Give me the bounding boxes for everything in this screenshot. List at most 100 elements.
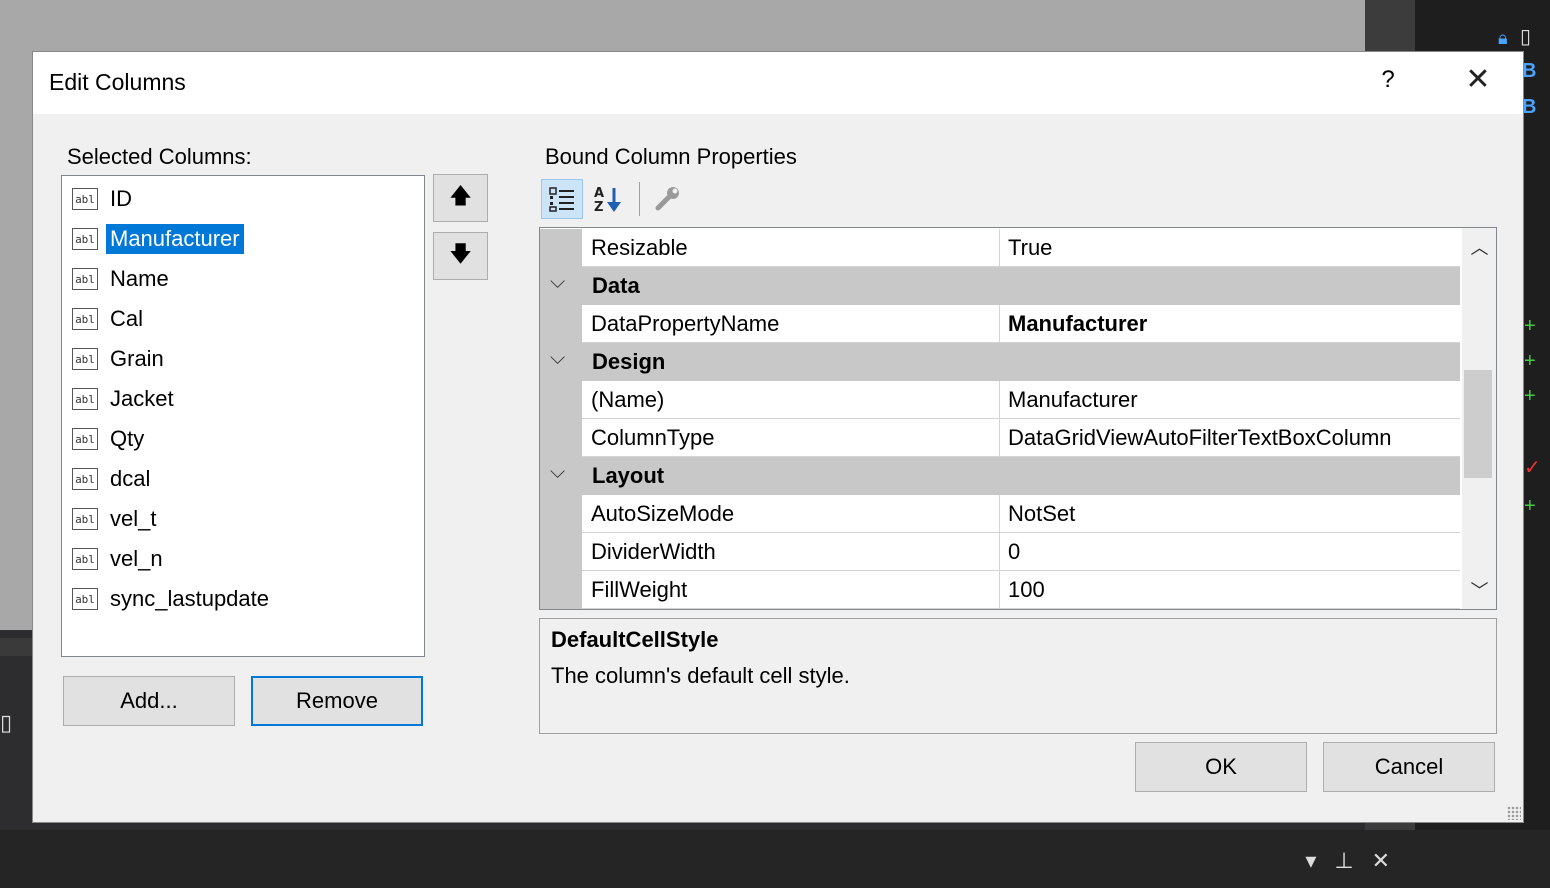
plus-icon: + — [1524, 385, 1536, 407]
column-list-item[interactable]: abl Qty — [72, 421, 148, 457]
arrow-down-icon: 🡇 — [449, 241, 472, 266]
plus-icon: + — [1524, 495, 1536, 517]
sort-az-icon: A Z — [594, 186, 621, 214]
move-down-button[interactable]: 🡇 — [433, 232, 488, 280]
svg-text:A: A — [594, 186, 604, 201]
column-name: ID — [110, 186, 132, 211]
property-toolbar: A Z — [541, 178, 692, 220]
move-up-button[interactable]: 🡅 — [433, 174, 488, 222]
column-list-item[interactable]: abl Manufacturer — [72, 221, 244, 257]
property-name: FillWeight — [582, 571, 1000, 609]
property-grid[interactable]: Resizable True ⌵ Data DataPropertyName Manufa… — [539, 227, 1497, 610]
column-name: Name — [110, 266, 169, 291]
remove-button[interactable]: Remove — [251, 676, 423, 726]
property-category[interactable]: ⌵ Design — [540, 343, 1460, 381]
property-row[interactable]: DividerWidth 0 — [540, 533, 1460, 571]
column-name: dcal — [110, 466, 151, 491]
property-row[interactable]: ColumnType DataGridViewAutoFilterTextBoxC… — [540, 419, 1460, 457]
chevron-down-icon[interactable]: ⌵ — [550, 347, 565, 370]
property-value[interactable]: True — [1000, 229, 1460, 267]
property-name: DataPropertyName — [582, 305, 1000, 343]
property-grid-scrollbar[interactable]: ︿ ﹀ — [1462, 228, 1496, 609]
scroll-up-icon[interactable]: ︿ — [1462, 234, 1496, 260]
wrench-icon — [655, 187, 679, 211]
property-value[interactable]: NotSet — [1000, 495, 1460, 533]
close-icon[interactable]: ✕ — [1372, 848, 1390, 874]
resize-grip[interactable] — [1507, 806, 1521, 820]
property-value[interactable]: DataGridViewAutoFilterTextBoxColumn — [1000, 419, 1460, 457]
property-category[interactable]: ⌵ Data — [540, 267, 1460, 305]
column-list-item[interactable]: abl Cal — [72, 301, 147, 337]
row-gutter — [540, 571, 582, 609]
column-list-item[interactable]: abl vel_n — [72, 541, 167, 577]
column-name: vel_n — [110, 546, 163, 571]
toolbar-separator — [639, 182, 640, 216]
column-name: vel_t — [110, 506, 157, 531]
property-value[interactable]: 100 — [1000, 571, 1460, 609]
pin-icon[interactable]: ⊥ — [1334, 848, 1353, 874]
textbox-column-icon: abl — [72, 548, 98, 570]
chevron-down-icon[interactable]: ⌵ — [550, 271, 565, 294]
category-name: Design — [592, 349, 666, 374]
textbox-column-icon: abl — [72, 428, 98, 450]
selected-columns-list[interactable]: abl ID abl Manufacturer abl Name abl Cal abl Grai… — [61, 175, 425, 657]
close-button[interactable]: ✕ — [1458, 62, 1498, 97]
column-list-item[interactable]: abl sync_lastupdate — [72, 581, 273, 617]
column-list-item[interactable]: abl ID — [72, 181, 136, 217]
categorized-icon — [549, 187, 574, 212]
property-value[interactable]: Manufacturer — [1000, 305, 1460, 343]
dropdown-icon[interactable]: ▾ — [1305, 848, 1316, 874]
selected-columns-label: Selected Columns: — [67, 144, 252, 169]
row-gutter — [540, 495, 582, 533]
svg-text:Z: Z — [594, 200, 603, 214]
textbox-column-icon: abl — [72, 388, 98, 410]
column-name: Qty — [110, 426, 145, 451]
row-gutter — [540, 381, 582, 419]
column-list-item[interactable]: abl dcal — [72, 461, 154, 497]
column-name: Grain — [110, 346, 164, 371]
property-row[interactable]: FillWeight 100 — [540, 571, 1460, 609]
column-list-item[interactable]: abl vel_t — [72, 501, 160, 537]
alphabetical-button[interactable]: A Z — [587, 179, 629, 219]
property-row[interactable]: (Name) Manufacturer — [540, 381, 1460, 419]
bound-column-properties-label: Bound Column Properties — [545, 144, 797, 169]
property-value[interactable]: Manufacturer — [1000, 381, 1460, 419]
column-name: Manufacturer — [106, 224, 244, 254]
property-row[interactable]: DataPropertyName Manufacturer — [540, 305, 1460, 343]
arrow-up-icon: 🡅 — [449, 183, 472, 208]
scroll-thumb[interactable] — [1464, 370, 1492, 478]
textbox-column-icon: abl — [72, 468, 98, 490]
column-list-item[interactable]: abl Name — [72, 261, 173, 297]
property-category[interactable]: ⌵ Layout — [540, 457, 1460, 495]
help-button[interactable]: ? — [1373, 66, 1403, 94]
categorized-button[interactable] — [541, 179, 583, 219]
b-icon: B — [1522, 96, 1537, 118]
textbox-column-icon: abl — [72, 268, 98, 290]
property-name: ColumnType — [582, 419, 1000, 457]
property-name: Resizable — [582, 229, 1000, 267]
textbox-column-icon: abl — [72, 588, 98, 610]
ide-left-strip: ▯ — [0, 630, 32, 830]
property-pages-button[interactable] — [646, 179, 688, 219]
property-row[interactable]: AutoSizeMode NotSet — [540, 495, 1460, 533]
cancel-button[interactable]: Cancel — [1323, 742, 1495, 792]
title-bar: Edit Columns ? ✕ — [33, 52, 1523, 114]
textbox-column-icon: abl — [72, 188, 98, 210]
dialog-title: Edit Columns — [49, 69, 186, 95]
check-icon: ✓ — [1524, 457, 1541, 479]
b-icon: B — [1522, 60, 1537, 82]
category-name: Data — [592, 273, 640, 298]
column-list-item[interactable]: abl Jacket — [72, 381, 178, 417]
row-gutter — [540, 229, 582, 267]
chevron-down-icon[interactable]: ⌵ — [550, 461, 565, 484]
column-name: Jacket — [110, 386, 174, 411]
property-name: AutoSizeMode — [582, 495, 1000, 533]
ok-button[interactable]: OK — [1135, 742, 1307, 792]
property-row[interactable]: Resizable True — [540, 229, 1460, 267]
scroll-down-icon[interactable]: ﹀ — [1462, 577, 1496, 603]
add-button[interactable]: Add... — [63, 676, 235, 726]
textbox-column-icon: abl — [72, 308, 98, 330]
column-list-item[interactable]: abl Grain — [72, 341, 168, 377]
edit-columns-dialog: Edit Columns ? ✕ Selected Columns: abl ID… — [32, 51, 1524, 823]
property-value[interactable]: 0 — [1000, 533, 1460, 571]
